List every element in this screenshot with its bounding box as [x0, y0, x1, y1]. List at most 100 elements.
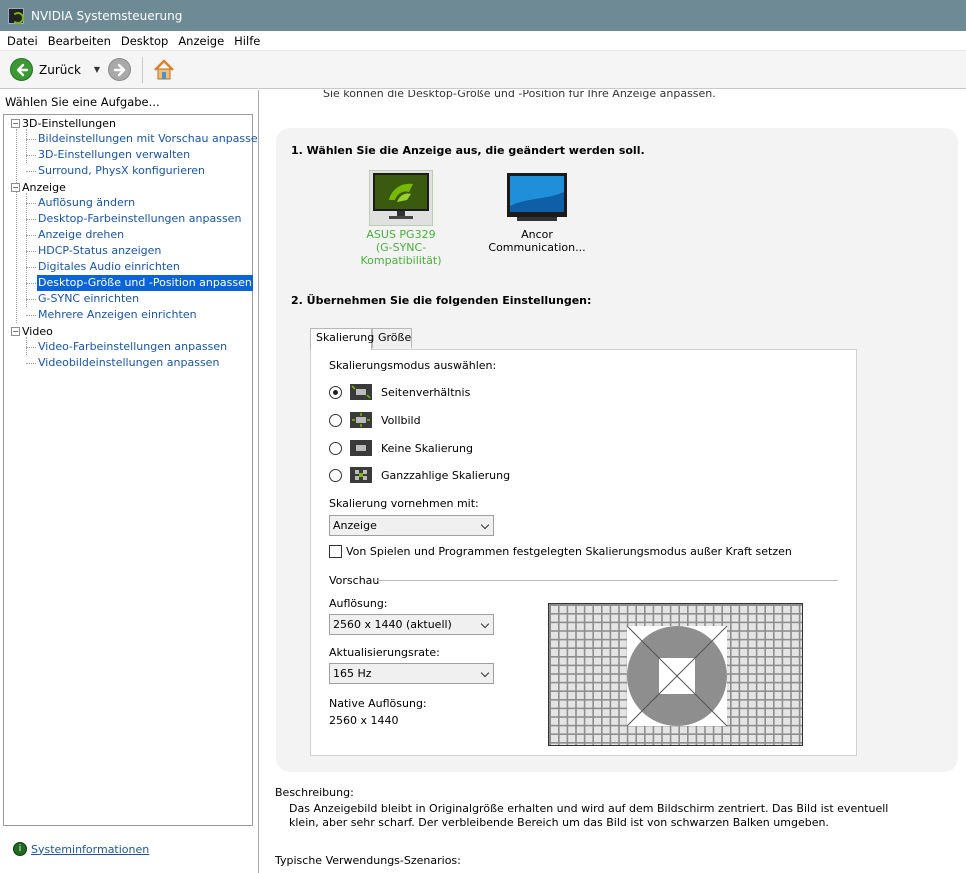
- radio-button[interactable]: [329, 468, 342, 482]
- tree-item-anzeige-drehen[interactable]: Anzeige drehen: [25, 227, 125, 243]
- content-panel: Sie können die Desktop-Größe und -Positi…: [259, 90, 966, 873]
- page-intro: Sie können die Desktop-Größe und -Positi…: [323, 90, 716, 100]
- history-dropdown-icon[interactable]: ▼: [94, 65, 100, 74]
- tree-category-video[interactable]: − Video: [11, 323, 53, 339]
- forward-button[interactable]: [108, 58, 132, 81]
- tree-item-video-farbe[interactable]: Video-Farbeinstellungen anpassen: [25, 339, 228, 355]
- system-info-icon: i: [13, 842, 27, 856]
- radio-seitenverhaeltnis[interactable]: Seitenverhältnis: [329, 383, 470, 401]
- display-name: ASUS PG329: [366, 228, 436, 241]
- title-bar: NVIDIA Systemsteuerung: [0, 0, 966, 31]
- tree-line: [26, 129, 27, 163]
- task-panel: Wählen Sie eine Aufgabe... − 3D-Einstell…: [0, 90, 265, 873]
- menu-desktop[interactable]: Desktop: [116, 34, 173, 48]
- tree-item-surround-physx[interactable]: Surround, PhysX konfigurieren: [25, 163, 206, 179]
- back-button[interactable]: Zurück: [10, 58, 81, 81]
- home-icon[interactable]: [152, 58, 176, 82]
- test-pattern-image: [549, 604, 802, 745]
- monitor-icon: [505, 170, 569, 222]
- tree-line: [26, 337, 27, 355]
- resolution-select[interactable]: 2560 x 1440 (aktuell): [329, 614, 494, 635]
- radio-keine-skalierung[interactable]: Keine Skalierung: [329, 439, 473, 457]
- menu-bar: Datei Bearbeiten Desktop Anzeige Hilfe: [0, 31, 966, 51]
- tree-category-anzeige[interactable]: − Anzeige: [11, 179, 66, 195]
- tree-item-aufloesung[interactable]: Auflösung ändern: [25, 195, 136, 211]
- radio-label: Keine Skalierung: [381, 441, 473, 455]
- monitor-nvidia-icon: [368, 169, 434, 227]
- override-checkbox[interactable]: [329, 545, 342, 558]
- refresh-rate-select[interactable]: 165 Hz: [329, 663, 494, 684]
- radio-button[interactable]: [329, 413, 342, 427]
- tab-groesse[interactable]: Größe: [372, 328, 412, 348]
- display-caption: Ancor Communication...: [472, 228, 602, 254]
- settings-card: 1. Wählen Sie die Anzeige aus, die geänd…: [276, 128, 958, 772]
- collapse-icon[interactable]: −: [11, 182, 20, 192]
- radio-label: Vollbild: [381, 413, 421, 427]
- window-title: NVIDIA Systemsteuerung: [31, 8, 183, 23]
- toolbar-separator: [142, 56, 144, 83]
- native-resolution-value: 2560 x 1440: [329, 714, 399, 727]
- resolution-label: Auflösung:: [329, 597, 388, 610]
- select-value: 165 Hz: [333, 667, 372, 680]
- display-subtitle: (G-SYNC-Kompatibilität): [360, 241, 442, 267]
- fullscreen-icon: [350, 412, 372, 428]
- menu-hilfe[interactable]: Hilfe: [229, 34, 265, 48]
- back-arrow-icon: [10, 58, 33, 81]
- tree-category-3d[interactable]: − 3D-Einstellungen: [11, 115, 116, 131]
- tree-item-mehrere-anzeigen[interactable]: Mehrere Anzeigen einrichten: [26, 307, 198, 323]
- tree-item-bildeinstellungen[interactable]: Bildeinstellungen mit Vorschau anpassen: [26, 131, 266, 147]
- override-label: Von Spielen und Programmen festgelegten …: [346, 545, 792, 558]
- display-name: Ancor Communication...: [488, 228, 586, 254]
- typical-usage-label: Typische Verwendungs-Szenarios:: [275, 854, 461, 867]
- chevron-down-icon: [480, 668, 490, 678]
- tree-category-label: Anzeige: [22, 180, 66, 194]
- step1-heading: 1. Wählen Sie die Anzeige aus, die geänd…: [291, 144, 645, 157]
- nvidia-app-icon: [8, 7, 24, 24]
- perform-scaling-label: Skalierung vornehmen mit:: [329, 497, 479, 510]
- tree-item-videobild[interactable]: Videobildeinstellungen anpassen: [25, 355, 220, 371]
- scaling-preview: [548, 603, 803, 746]
- collapse-icon[interactable]: −: [11, 326, 20, 336]
- override-checkbox-row[interactable]: Von Spielen und Programmen festgelegten …: [329, 545, 792, 558]
- tab-skalierung[interactable]: Skalierung: [310, 328, 374, 350]
- refresh-rate-label: Aktualisierungsrate:: [329, 646, 440, 659]
- chevron-down-icon: [480, 520, 490, 530]
- tree-item-desktop-groesse[interactable]: Desktop-Größe und -Position anpassen: [26, 275, 253, 291]
- tree-item-3d-verwalten[interactable]: 3D-Einstellungen verwalten: [25, 147, 191, 163]
- integer-scaling-icon: [350, 467, 372, 483]
- perform-scaling-select[interactable]: Anzeige: [329, 515, 494, 536]
- menu-anzeige[interactable]: Anzeige: [173, 34, 229, 48]
- description-label: Beschreibung:: [275, 786, 354, 799]
- menu-datei[interactable]: Datei: [2, 34, 43, 48]
- radio-button[interactable]: [329, 385, 342, 399]
- no-scaling-icon: [350, 440, 372, 456]
- settings-tabs: Skalierung Größe Skalierungsmodus auswäh…: [310, 328, 857, 756]
- step2-heading: 2. Übernehmen Sie die folgenden Einstell…: [291, 294, 592, 307]
- tree-line: [26, 193, 27, 307]
- chevron-down-icon: [480, 619, 490, 629]
- display-asus[interactable]: ASUS PG329 (G-SYNC-Kompatibilität): [336, 169, 466, 267]
- radio-label: Seitenverhältnis: [381, 385, 471, 399]
- radio-ganzzahlig[interactable]: Ganzzahlige Skalierung: [329, 466, 510, 484]
- select-value: Anzeige: [333, 519, 377, 532]
- radio-button[interactable]: [329, 441, 342, 455]
- tree-item-hdcp-status[interactable]: HDCP-Status anzeigen: [25, 243, 162, 259]
- task-tree: − 3D-Einstellungen Bildeinstellungen mit…: [3, 114, 265, 826]
- tree-item-digitales-audio[interactable]: Digitales Audio einrichten: [26, 259, 181, 275]
- system-info-link[interactable]: Systeminformationen: [31, 843, 149, 856]
- menu-bearbeiten[interactable]: Bearbeiten: [43, 34, 116, 48]
- radio-vollbild[interactable]: Vollbild: [329, 411, 421, 429]
- display-ancor[interactable]: Ancor Communication...: [472, 170, 602, 254]
- tree-line: [16, 129, 17, 323]
- radio-label: Ganzzahlige Skalierung: [381, 468, 511, 482]
- collapse-icon[interactable]: −: [11, 118, 20, 128]
- aspect-ratio-icon: [350, 384, 372, 400]
- scaling-mode-label: Skalierungsmodus auswählen:: [329, 359, 497, 372]
- select-value: 2560 x 1440 (aktuell): [333, 618, 452, 631]
- scaling-tab-panel: Skalierungsmodus auswählen: Seitenverhäl…: [310, 349, 857, 756]
- system-info[interactable]: i Systeminformationen: [13, 842, 149, 856]
- toolbar: Zurück ▼: [0, 51, 966, 89]
- tree-item-farbeinstellungen[interactable]: Desktop-Farbeinstellungen anpassen: [25, 211, 242, 227]
- tree-item-gsync[interactable]: G-SYNC einrichten: [25, 291, 140, 307]
- tree-category-label: Video: [22, 324, 53, 338]
